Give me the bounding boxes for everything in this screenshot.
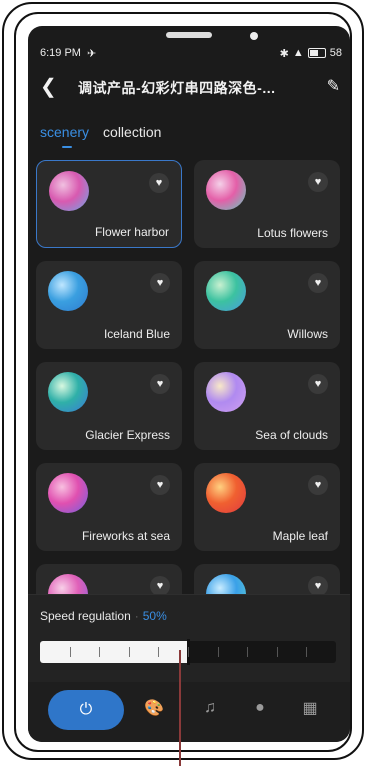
scene-name: Flower harbor — [94, 225, 169, 239]
scene-name: Lotus flowers — [257, 226, 328, 240]
tab-collection[interactable]: collection — [103, 124, 161, 140]
scene-color-orb — [49, 171, 89, 211]
favorite-heart-icon[interactable]: ♥ — [308, 576, 328, 596]
speed-slider[interactable] — [40, 639, 336, 665]
speed-tick — [158, 647, 160, 657]
bluetooth-icon: ✱ — [279, 47, 289, 60]
favorite-heart-icon[interactable]: ♥ — [150, 374, 170, 394]
scene-name: Sea of clouds — [255, 428, 328, 442]
camera-dot — [250, 32, 258, 40]
favorite-heart-icon[interactable]: ♥ — [149, 173, 169, 193]
scene-card[interactable]: ♥ Sea of clouds — [194, 362, 340, 450]
power-button[interactable]: ⏻ — [48, 690, 124, 730]
scene-card[interactable]: ♥ Willows — [194, 261, 340, 349]
speed-label: Speed regulation — [40, 609, 131, 623]
speed-tick — [99, 647, 101, 657]
favorite-heart-icon[interactable]: ♥ — [150, 273, 170, 293]
favorite-heart-icon[interactable]: ♥ — [308, 475, 328, 495]
back-arrow-icon[interactable]: ❮ — [40, 74, 57, 99]
tab-scenery[interactable]: scenery — [40, 124, 89, 148]
grid-icon[interactable]: ▦ — [298, 696, 322, 720]
bulb-icon[interactable]: ● — [248, 696, 272, 720]
scene-card[interactable]: ♥ Glacier Express — [36, 362, 182, 450]
battery-icon — [307, 48, 326, 58]
tab-bar: scenery collection — [40, 124, 161, 148]
status-bar: 6:19 PM ✈ ✱ ▲ 58 — [40, 44, 342, 62]
scene-card[interactable]: ♥ Iceland Blue — [36, 261, 182, 349]
power-icon: ⏻ — [79, 701, 93, 718]
scene-color-orb — [206, 271, 246, 311]
pencil-icon[interactable]: ✎ — [327, 76, 340, 96]
favorite-heart-icon[interactable]: ♥ — [308, 374, 328, 394]
status-right: ✱ ▲ 58 — [280, 47, 342, 60]
speed-slider-fill — [40, 641, 188, 663]
app-screen: 6:19 PM ✈ ✱ ▲ 58 ❮ 调试产品-幻彩灯串四路深色-... ✎ s… — [28, 26, 350, 742]
speed-tick — [217, 647, 219, 657]
speed-tick — [306, 647, 308, 657]
scene-name: Fireworks at sea — [81, 529, 170, 543]
scene-color-orb — [48, 372, 88, 412]
speed-tick — [128, 647, 130, 657]
scene-color-orb — [206, 372, 246, 412]
scene-card[interactable]: ♥ Lotus flowers — [194, 160, 340, 248]
scene-card[interactable]: ♥ Fireworks at sea — [36, 463, 182, 551]
scene-card[interactable]: ♥ Maple leaf — [194, 463, 340, 551]
speed-tick — [276, 647, 278, 657]
favorite-heart-icon[interactable]: ♥ — [308, 172, 328, 192]
speed-tick — [247, 647, 249, 657]
scene-card[interactable]: ♥ Flower harbor — [36, 160, 182, 248]
title-bar: ❮ 调试产品-幻彩灯串四路深色-... ✎ — [28, 72, 350, 102]
speed-percent: 50% — [142, 609, 167, 623]
speed-separator: · — [134, 609, 139, 623]
page-title: 调试产品-幻彩灯串四路深色-... — [78, 80, 276, 96]
scene-name: Iceland Blue — [103, 327, 170, 341]
speed-tick — [69, 647, 71, 657]
status-time: 6:19 PM — [40, 47, 81, 59]
speed-tick — [188, 647, 189, 657]
signal-icon: ✈ — [86, 47, 97, 60]
scene-color-orb — [206, 170, 246, 210]
wifi-icon: ▲ — [292, 47, 304, 59]
scene-color-orb — [206, 473, 246, 513]
scene-name: Maple leaf — [272, 529, 328, 543]
favorite-heart-icon[interactable]: ♥ — [150, 576, 170, 596]
battery-level: 58 — [329, 47, 342, 59]
scene-color-orb — [48, 473, 88, 513]
scene-name: Glacier Express — [85, 428, 170, 442]
notch — [166, 32, 212, 38]
bottom-nav: ⏻ 🎨 ♫ ● ▦ — [28, 682, 350, 742]
speed-panel: Speed regulation · 50% — [28, 594, 350, 683]
speed-label-row: Speed regulation · 50% — [40, 609, 167, 623]
palette-icon[interactable]: 🎨 — [142, 696, 166, 720]
favorite-heart-icon[interactable]: ♥ — [150, 475, 170, 495]
favorite-heart-icon[interactable]: ♥ — [308, 273, 328, 293]
scene-color-orb — [48, 271, 88, 311]
scene-name: Willows — [287, 327, 328, 341]
annotation-pointer-line — [179, 650, 181, 766]
music-icon[interactable]: ♫ — [198, 696, 222, 720]
